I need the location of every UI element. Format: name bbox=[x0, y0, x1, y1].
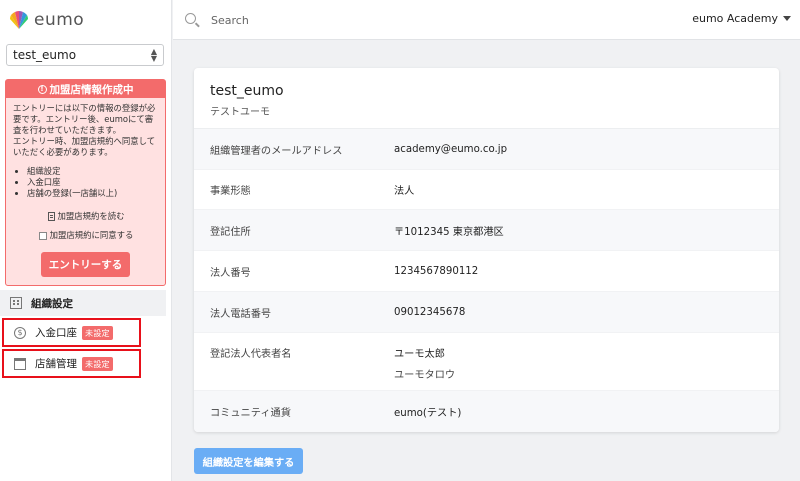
detail-value: 法人 bbox=[394, 186, 415, 197]
details-list: 組織管理者のメールアドレス academy@eumo.co.jp 事業形態 法人… bbox=[194, 129, 779, 432]
sidebar: eumo test_eumo ▲ ▼ ! 加盟店情報作成中 エントリーには以下の情… bbox=[0, 0, 172, 481]
agree-terms-checkbox[interactable] bbox=[38, 231, 47, 240]
detail-label: 登記住所 bbox=[210, 226, 251, 238]
alert-body: エントリーには以下の情報の登録が必 要です。エントリー後、eumoにて審 査を行… bbox=[6, 98, 165, 241]
top-bar: eumo Academy bbox=[173, 0, 800, 40]
brand-name: eumo bbox=[34, 10, 85, 30]
sidebar-item-bank-account[interactable]: $ 入金口座 未設定 bbox=[2, 318, 141, 347]
detail-row: 法人電話番号 09012345678 bbox=[194, 292, 779, 333]
status-badge: 未設定 bbox=[82, 356, 113, 371]
detail-row: 法人番号 1234567890112 bbox=[194, 251, 779, 292]
sidebar-item-label: 店舗管理 bbox=[35, 358, 77, 370]
select-arrows-icon: ▲ ▼ bbox=[150, 47, 157, 63]
eumo-logo-icon bbox=[10, 11, 28, 29]
detail-value-kana: ユーモタロウ bbox=[394, 370, 456, 381]
search-icon bbox=[185, 13, 196, 24]
alert-title: 加盟店情報作成中 bbox=[49, 83, 134, 96]
search-input[interactable] bbox=[211, 10, 611, 30]
building-icon bbox=[10, 297, 22, 309]
detail-row: 登記住所 〒1012345 東京都港区 bbox=[194, 210, 779, 251]
requirement-item: 組織設定 bbox=[27, 166, 159, 177]
alert-line: エントリーには以下の情報の登録が必 bbox=[13, 103, 156, 113]
status-badge: 未設定 bbox=[82, 325, 113, 340]
organization-details-card: test_eumo テストユーモ 組織管理者のメールアドレス academy@e… bbox=[194, 68, 779, 432]
caret-down-icon bbox=[783, 16, 791, 21]
detail-label: 法人番号 bbox=[210, 267, 251, 279]
detail-value: 1234567890112 bbox=[394, 265, 479, 277]
organization-select-value: test_eumo bbox=[13, 48, 77, 62]
requirement-item: 入金口座 bbox=[27, 177, 159, 188]
requirement-item: 店舗の登録(一店舗以上) bbox=[27, 188, 159, 199]
detail-value-group: ユーモ太郎 ユーモタロウ bbox=[394, 345, 455, 381]
alert-line: エントリー時、加盟店規約へ同意して bbox=[13, 136, 156, 146]
sidebar-item-org-settings[interactable]: 組織設定 bbox=[0, 290, 166, 316]
detail-value: academy@eumo.co.jp bbox=[394, 143, 508, 155]
detail-label: コミュニティ通貨 bbox=[210, 408, 291, 419]
brand-logo[interactable]: eumo bbox=[8, 8, 84, 32]
card-header: test_eumo テストユーモ bbox=[194, 68, 779, 129]
alert-line: 査を行わせていただきます。 bbox=[13, 125, 122, 135]
organization-name: test_eumo bbox=[210, 83, 284, 99]
detail-row: コミュニティ通貨 eumo(テスト) bbox=[194, 391, 779, 432]
organization-name-kana: テストユーモ bbox=[210, 107, 270, 118]
detail-label: 事業形態 bbox=[210, 186, 251, 197]
alert-line: 要です。エントリー後、eumoにて審 bbox=[13, 114, 154, 124]
detail-label: 組織管理者のメールアドレス bbox=[210, 145, 343, 157]
detail-row: 事業形態 法人 bbox=[194, 170, 779, 210]
detail-label: 登記法人代表者名 bbox=[210, 349, 292, 360]
detail-value: 〒1012345 東京都港区 bbox=[394, 226, 504, 238]
document-icon bbox=[47, 212, 55, 221]
detail-value: eumo(テスト) bbox=[394, 408, 462, 419]
agree-terms-label: 加盟店規約に同意する bbox=[49, 230, 134, 240]
detail-row: 組織管理者のメールアドレス academy@eumo.co.jp bbox=[194, 129, 779, 170]
sidebar-item-store-management[interactable]: 店舗管理 未設定 bbox=[2, 349, 141, 378]
merchant-info-alert: ! 加盟店情報作成中 エントリーには以下の情報の登録が必 要です。エントリー後、… bbox=[5, 79, 166, 286]
read-terms-link[interactable]: 加盟店規約を読む bbox=[13, 211, 159, 222]
agree-terms-row[interactable]: 加盟店規約に同意する bbox=[13, 230, 159, 241]
entry-button[interactable]: エントリーする bbox=[41, 252, 130, 277]
detail-value: 09012345678 bbox=[394, 306, 466, 318]
detail-label: 法人電話番号 bbox=[210, 308, 272, 320]
alert-header: ! 加盟店情報作成中 bbox=[6, 80, 165, 98]
detail-row: 登記法人代表者名 ユーモ太郎 ユーモタロウ bbox=[194, 333, 779, 391]
account-name: eumo Academy bbox=[692, 12, 778, 25]
sidebar-item-label: 組織設定 bbox=[31, 297, 73, 310]
read-terms-label: 加盟店規約を読む bbox=[57, 211, 125, 221]
dollar-coin-icon: $ bbox=[14, 326, 26, 339]
edit-org-settings-button[interactable]: 組織設定を編集する bbox=[194, 448, 303, 474]
alert-line: いただく必要があります。 bbox=[13, 147, 113, 157]
organization-select[interactable]: test_eumo ▲ ▼ bbox=[6, 44, 164, 66]
info-icon: ! bbox=[37, 84, 47, 94]
detail-value: ユーモ太郎 bbox=[394, 349, 445, 360]
requirements-list: 組織設定 入金口座 店舗の登録(一店舗以上) bbox=[13, 166, 159, 199]
sidebar-item-label: 入金口座 bbox=[35, 327, 77, 339]
account-menu[interactable]: eumo Academy bbox=[692, 12, 791, 25]
store-icon bbox=[14, 357, 26, 370]
